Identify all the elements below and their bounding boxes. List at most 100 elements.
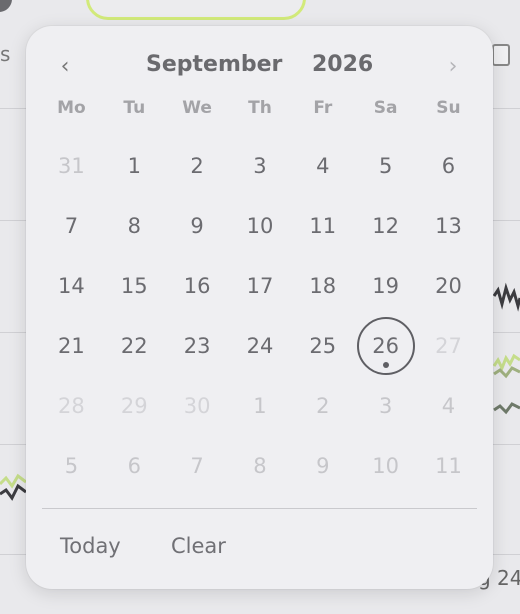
day-cell[interactable]: 8 (103, 196, 166, 256)
day-cell[interactable]: 14 (40, 256, 103, 316)
day-cell[interactable]: 4 (417, 376, 480, 436)
day-cell[interactable]: 16 (166, 256, 229, 316)
day-number: 19 (372, 274, 399, 298)
day-cell-selected[interactable]: 26 (354, 316, 417, 376)
date-picker-popover: ‹ September 2026 › Mo Tu We Th Fr Sa Su … (26, 26, 493, 589)
day-number: 1 (253, 394, 267, 418)
sparkline-lime (0, 473, 27, 489)
sparkline-dark (0, 483, 27, 501)
day-cell[interactable]: 23 (166, 316, 229, 376)
day-number: 24 (246, 334, 274, 358)
day-cell[interactable]: 1 (229, 376, 292, 436)
day-number: 10 (246, 214, 274, 238)
day-number: 3 (253, 154, 267, 178)
day-cell[interactable]: 3 (354, 376, 417, 436)
weekday-label: Mo (57, 98, 86, 118)
sparkline-green (493, 366, 520, 379)
day-cell[interactable]: 5 (40, 436, 103, 496)
sparkline-gray-green (493, 402, 520, 415)
day-cell[interactable]: 11 (291, 196, 354, 256)
day-cell[interactable]: 21 (40, 316, 103, 376)
day-number: 29 (120, 394, 148, 418)
weekday-header: Mo Tu We Th Fr Sa Su (40, 98, 480, 118)
day-grid: 31 1 2 3 4 5 6 7 8 9 10 11 12 13 14 15 16 17 18 19 20 21 22 23 2… (40, 136, 480, 496)
day-cell[interactable]: 31 (40, 136, 103, 196)
day-number: 15 (120, 274, 148, 298)
day-number: 10 (372, 454, 399, 478)
day-number: 11 (309, 214, 337, 238)
day-number: 8 (253, 454, 267, 478)
day-cell[interactable]: 19 (354, 256, 417, 316)
day-cell[interactable]: 24 (229, 316, 292, 376)
day-number: 9 (316, 454, 330, 478)
day-number: 8 (127, 214, 141, 238)
day-number: 13 (435, 214, 462, 238)
day-number: 3 (378, 394, 393, 418)
day-cell[interactable]: 1 (103, 136, 166, 196)
day-cell[interactable]: 2 (166, 136, 229, 196)
day-number: 21 (58, 334, 85, 358)
day-number: 9 (190, 214, 204, 238)
weekday-label: Th (248, 98, 272, 118)
year-select[interactable]: 2026 (312, 52, 373, 77)
day-cell[interactable]: 30 (166, 376, 229, 436)
day-cell[interactable]: 11 (417, 436, 480, 496)
day-number: 18 (309, 274, 337, 298)
day-cell[interactable]: 6 (103, 436, 166, 496)
day-cell[interactable]: 10 (229, 196, 292, 256)
day-number: 6 (127, 454, 141, 478)
day-number: 17 (246, 274, 274, 298)
day-number: 7 (64, 214, 79, 238)
day-cell[interactable]: 10 (354, 436, 417, 496)
today-indicator-dot (382, 362, 389, 368)
clear-button[interactable]: Clear (171, 534, 226, 558)
day-number: 1 (127, 154, 141, 178)
day-cell[interactable]: 4 (291, 136, 354, 196)
day-number: 26 (372, 334, 399, 358)
day-number: 23 (183, 334, 211, 358)
day-cell[interactable]: 9 (166, 196, 229, 256)
sparkline-lime (492, 353, 520, 372)
day-number: 30 (183, 394, 211, 418)
day-cell[interactable]: 15 (103, 256, 166, 316)
day-number: 5 (64, 454, 79, 478)
day-cell[interactable]: 2 (291, 376, 354, 436)
sparkline-dark (492, 282, 520, 312)
day-cell[interactable]: 3 (229, 136, 292, 196)
weekday-label: Su (436, 98, 461, 118)
today-button[interactable]: Today (60, 534, 121, 558)
day-cell[interactable]: 25 (291, 316, 354, 376)
day-number: 22 (120, 334, 148, 358)
day-cell[interactable]: 18 (291, 256, 354, 316)
day-cell[interactable]: 9 (291, 436, 354, 496)
day-cell[interactable]: 12 (354, 196, 417, 256)
weekday-label: Tu (123, 98, 146, 118)
day-cell[interactable]: 17 (229, 256, 292, 316)
day-number: 5 (378, 154, 393, 178)
day-cell[interactable]: 6 (417, 136, 480, 196)
day-cell[interactable]: 8 (229, 436, 292, 496)
day-cell[interactable]: 7 (166, 436, 229, 496)
day-number: 11 (435, 454, 462, 478)
previous-month-button[interactable]: ‹ (50, 52, 80, 82)
month-select[interactable]: September (146, 52, 282, 77)
day-cell[interactable]: 5 (354, 136, 417, 196)
weekday-label: Fr (313, 98, 333, 118)
next-month-button[interactable]: › (438, 52, 468, 82)
day-number: 25 (309, 334, 337, 358)
day-cell[interactable]: 7 (40, 196, 103, 256)
day-cell[interactable]: 29 (103, 376, 166, 436)
day-number: 2 (190, 154, 204, 178)
day-number: 2 (316, 394, 330, 418)
weekday-label: Sa (373, 98, 398, 118)
day-number: 16 (183, 274, 211, 298)
day-cell[interactable]: 27 (417, 316, 480, 376)
day-cell[interactable]: 20 (417, 256, 480, 316)
day-cell[interactable]: 22 (103, 316, 166, 376)
footer-divider (42, 508, 477, 509)
day-number: 27 (435, 334, 462, 358)
day-number: 4 (441, 394, 456, 418)
day-cell[interactable]: 28 (40, 376, 103, 436)
day-cell[interactable]: 13 (417, 196, 480, 256)
day-number: 6 (441, 154, 456, 178)
